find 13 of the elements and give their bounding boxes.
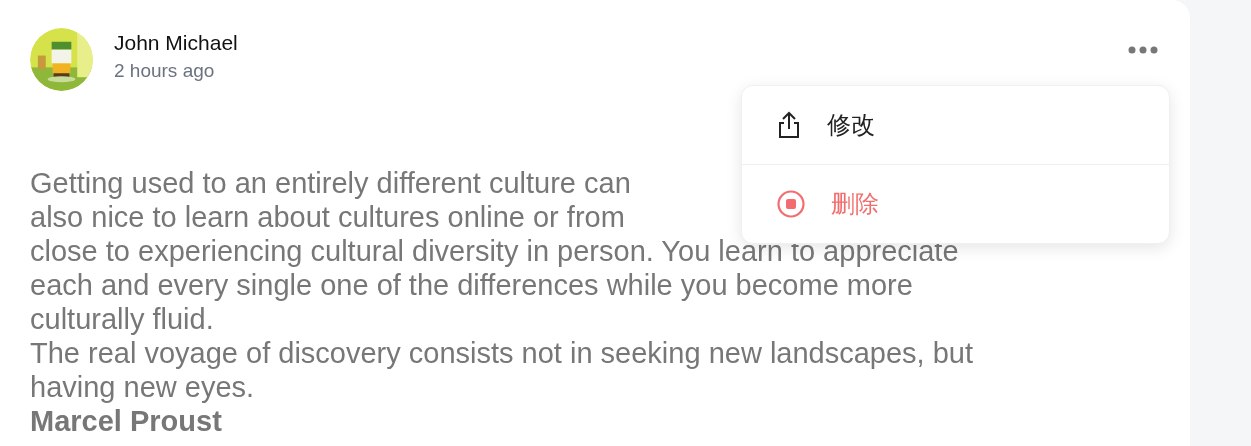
post-time: 2 hours ago: [114, 60, 216, 82]
share-icon: [777, 111, 801, 139]
post-text-line: having new eyes.: [30, 370, 255, 404]
stop-icon: [777, 190, 805, 218]
author-name: John Michael: [114, 31, 238, 55]
post-text-line: The real voyage of discovery consists not in seeking new landscapes, but: [30, 336, 974, 370]
post-text-line: each and every single one of the differences while you become more: [30, 268, 913, 302]
post-text-line: culturally fluid.: [30, 302, 214, 336]
more-icon[interactable]: [1128, 46, 1158, 54]
post-text-line: Getting used to an entirely different culture can: [30, 166, 631, 200]
menu-item[interactable]: 修改: [742, 86, 1169, 164]
post-text-line: also nice to learn about cultures online or from: [30, 200, 625, 234]
quote-author: Marcel Proust: [30, 404, 222, 438]
